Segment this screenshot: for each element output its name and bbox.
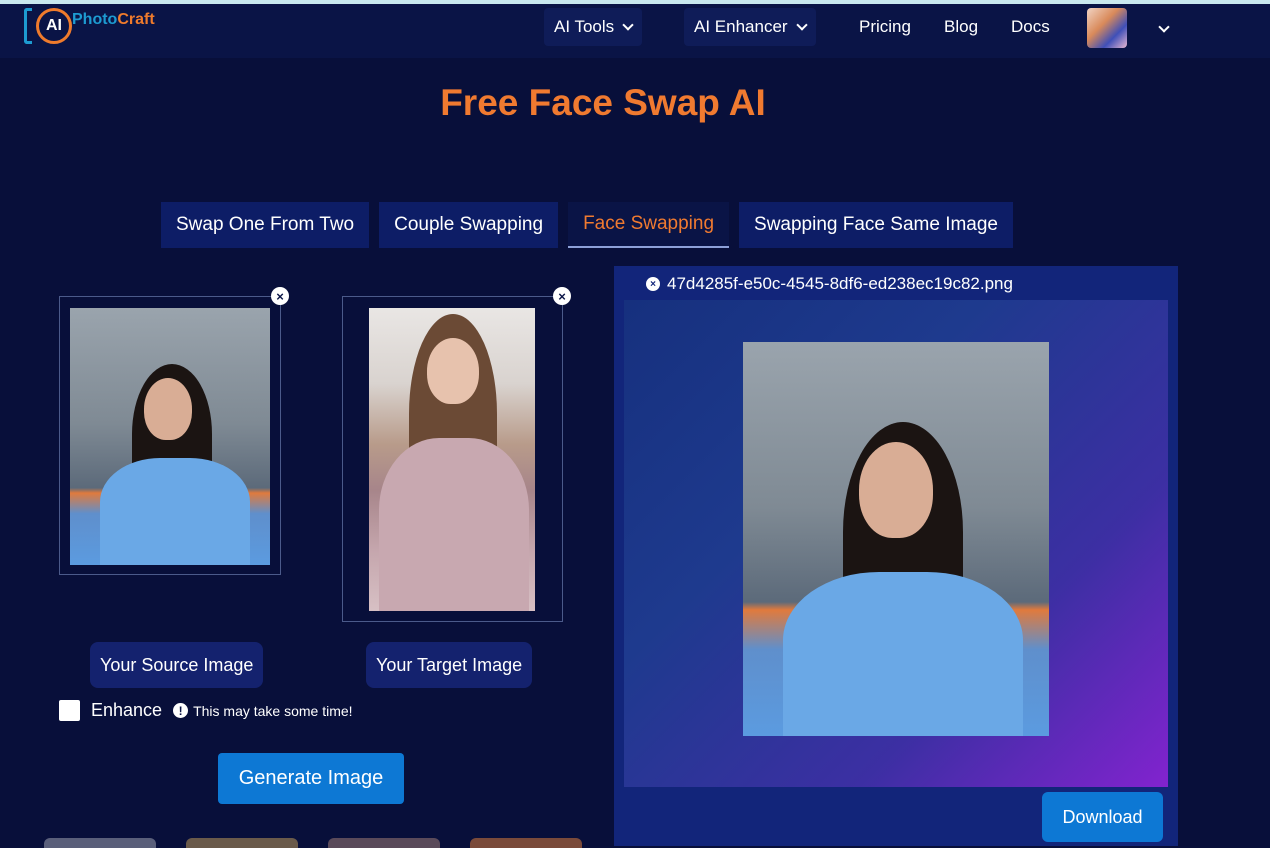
source-face-shape	[144, 378, 192, 440]
chevron-down-icon	[622, 19, 634, 31]
target-image-button[interactable]: Your Target Image	[366, 642, 533, 688]
generate-image-button[interactable]: Generate Image	[218, 753, 404, 804]
nav-ai-tools-label: AI Tools	[554, 17, 615, 36]
example-thumbnail[interactable]	[44, 838, 156, 848]
example-thumbnail[interactable]	[470, 838, 582, 848]
target-body-shape	[379, 438, 529, 611]
source-image-card[interactable]	[59, 296, 281, 575]
logo-badge: AI	[24, 8, 76, 44]
logo-wordmark: PhotoCraft	[72, 11, 155, 29]
example-thumbnail[interactable]	[186, 838, 298, 848]
result-face-shape	[859, 442, 933, 538]
nav-ai-enhancer-dropdown[interactable]: AI Enhancer	[684, 8, 816, 46]
enhance-label: Enhance	[91, 700, 163, 720]
remove-source-close-icon[interactable]: ×	[271, 287, 289, 305]
remove-result-close-icon[interactable]: ×	[646, 277, 660, 291]
source-body-shape	[100, 458, 250, 565]
nav-ai-enhancer-label: AI Enhancer	[694, 17, 788, 36]
result-file-row: × 47d4285f-e50c-4545-8df6-ed238ec19c82.p…	[646, 273, 1013, 295]
logo[interactable]: AI PhotoCraft	[24, 6, 184, 46]
example-thumbnails	[44, 838, 582, 848]
download-button[interactable]: Download	[1042, 792, 1163, 842]
tab-swap-one-from-two[interactable]: Swap One From Two	[161, 202, 370, 248]
info-icon: !	[173, 703, 189, 718]
page-title: Free Face Swap AI	[440, 82, 766, 123]
enhance-note: This may take some time!	[193, 702, 353, 719]
source-image-button[interactable]: Your Source Image	[90, 642, 264, 688]
nav-ai-tools-dropdown[interactable]: AI Tools	[544, 8, 643, 46]
nav-docs-link[interactable]: Docs	[1001, 8, 1060, 46]
logo-circle: AI	[36, 8, 72, 44]
tab-couple-swapping[interactable]: Couple Swapping	[379, 202, 559, 248]
enhance-option: Enhance ! This may take some time!	[59, 700, 353, 721]
target-image	[369, 308, 535, 611]
nav-blog-link[interactable]: Blog	[934, 8, 988, 46]
logo-bracket-icon	[24, 8, 32, 44]
remove-target-close-icon[interactable]: ×	[553, 287, 571, 305]
logo-word-craft: Craft	[117, 11, 155, 28]
result-body-shape	[783, 572, 1023, 736]
chevron-down-icon	[1158, 21, 1170, 33]
target-image-card[interactable]	[342, 296, 563, 622]
nav-pricing-link[interactable]: Pricing	[849, 8, 921, 46]
enhance-checkbox[interactable]	[59, 700, 80, 721]
swap-mode-tabs: Swap One From Two Couple Swapping Face S…	[161, 202, 1013, 248]
result-preview-area	[624, 300, 1168, 787]
chevron-down-icon	[795, 19, 808, 31]
tab-face-swapping[interactable]: Face Swapping	[568, 202, 730, 248]
example-thumbnail[interactable]	[328, 838, 440, 848]
target-face-shape	[427, 338, 479, 404]
logo-word-photo: Photo	[72, 11, 118, 28]
result-filename: 47d4285f-e50c-4545-8df6-ed238ec19c82.png	[667, 274, 1013, 293]
navbar: AI PhotoCraft AI Tools AI Enhancer Prici…	[0, 4, 1270, 58]
source-image	[70, 308, 270, 565]
result-image	[743, 342, 1049, 736]
account-menu-toggle[interactable]	[1158, 18, 1170, 36]
tab-swapping-face-same-image[interactable]: Swapping Face Same Image	[739, 202, 1013, 248]
user-avatar[interactable]	[1087, 8, 1127, 48]
